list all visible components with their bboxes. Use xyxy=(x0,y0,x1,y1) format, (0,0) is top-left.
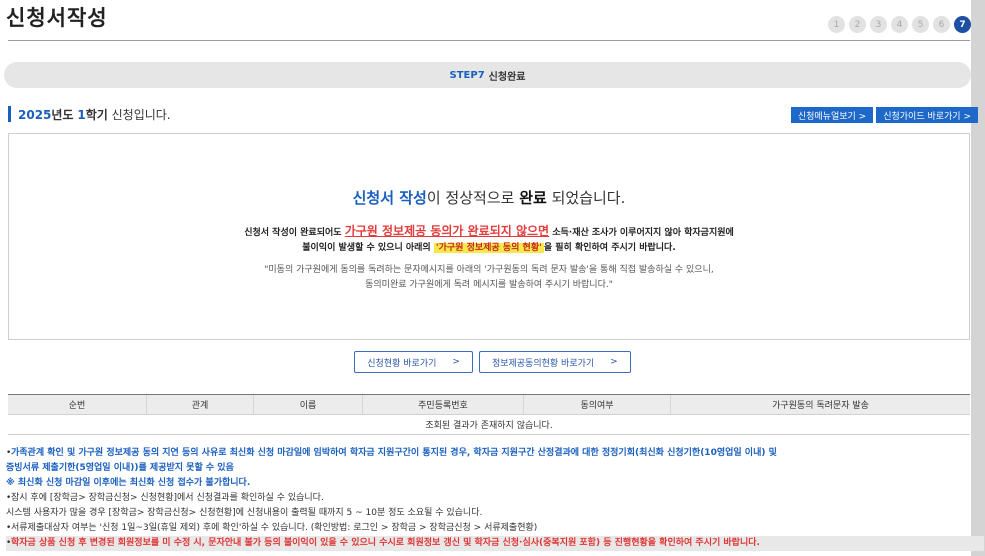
header: 신청서작성 1 2 3 4 5 6 7 xyxy=(0,0,985,42)
title-divider xyxy=(8,40,970,41)
sms-note-2: 동의미완료 가구원에게 독려 메시지를 발송하여 주시기 바랍니다." xyxy=(365,280,613,290)
warn2-post: 을 필히 확인하여 주시기 바랍니다. xyxy=(543,243,676,253)
step-4: 4 xyxy=(891,16,908,33)
notice-text: 잠시 후에 [장학금> 장학금신청> 신청현황]에서 신청결과를 확인하실 수 … xyxy=(11,493,324,503)
col-consent: 동의여부 xyxy=(524,395,671,414)
semester-year-suffix: 년도 xyxy=(51,108,74,122)
notice-text: 서류제출대상자 여부는 '신청 1일~3일(휴일 제외) 후에 확인'하실 수 … xyxy=(11,523,538,533)
page-title: 신청서작성 xyxy=(6,6,108,30)
notice-text: ※ 최신화 신청 마감일 이후에는 최신화 신청 접수가 불가합니다. xyxy=(6,478,251,488)
step-5: 5 xyxy=(912,16,929,33)
step-7-active: 7 xyxy=(954,16,971,33)
notice-text: 학자금 상품 신청 후 변경된 회원정보를 미 수정 시, 문자안내 불가 등의… xyxy=(11,538,760,548)
notice-list: •가족관계 확인 및 가구원 정보제공 동의 지연 등의 사유로 최신화 신청 … xyxy=(6,446,984,551)
completion-message: 신청서 작성이 정상적으로 완료 되었습니다. xyxy=(9,187,969,208)
navigation-buttons: 신청현황 바로가기 > 정보제공동의현황 바로가기 > xyxy=(0,351,985,373)
notice-item: •서류제출대상자 여부는 '신청 1일~3일(휴일 제외) 후에 확인'하실 수… xyxy=(6,521,984,536)
warn2-pre: 불이익이 발생할 수 있으니 아래의 xyxy=(302,243,431,253)
warn1-pre: 신청서 작성이 완료되어도 xyxy=(244,228,342,238)
step-indicator: 1 2 3 4 5 6 7 xyxy=(828,16,971,33)
completion-mid: 이 정상적으로 xyxy=(426,189,515,207)
status-button-label: 신청현황 바로가기 xyxy=(367,358,437,369)
table-empty-row: 조회된 결과가 존재하지 않습니다. xyxy=(8,415,970,435)
step-label: 신청완료 xyxy=(488,71,526,83)
semester-row: 2025년도 1학기 신청입니다. 신청메뉴얼보기 > 신청가이드 바로가기 > xyxy=(8,104,978,124)
notice-text: 시스템 사용자가 많을 경우 [장학금> 장학금신청> 신청현황]에 신청내용이… xyxy=(6,508,483,518)
consent-warning-2: 불이익이 발생할 수 있으니 아래의 '가구원 정보제공 동의 현황' 을 필히 … xyxy=(9,240,969,253)
table-header: 순번 관계 이름 주민등록번호 동의여부 가구원동의 독려문자 발송 xyxy=(8,395,970,415)
notice-item: •잠시 후에 [장학금> 장학금신청> 신청현황]에서 신청결과를 확인하실 수… xyxy=(6,491,984,506)
completion-panel: 신청서 작성이 정상적으로 완료 되었습니다. 신청서 작성이 완료되어도 가구… xyxy=(8,133,970,340)
notice-item: 증빙서류 제출기한(5영업일 이내))를 제공받지 못할 수 있음 xyxy=(6,461,984,476)
completion-blue: 신청서 작성 xyxy=(352,189,427,207)
semester-heading: 2025년도 1학기 신청입니다. xyxy=(18,106,171,123)
step-6: 6 xyxy=(933,16,950,33)
col-name: 이름 xyxy=(254,395,363,414)
warn1-post: 소득·재산 조사가 이루어지지 않아 학자금지원에 xyxy=(552,228,734,238)
semester-term: 1 xyxy=(77,108,86,122)
sms-note-1: "미동의 가구원에게 동의를 독려하는 문자메시지를 아래의 '가구원동의 독려… xyxy=(264,265,714,275)
notice-item: •가족관계 확인 및 가구원 정보제공 동의 지연 등의 사유로 최신화 신청 … xyxy=(6,446,984,461)
chevron-right-icon: > xyxy=(452,357,460,367)
application-status-button[interactable]: 신청현황 바로가기 > xyxy=(354,351,473,373)
warn1-red: 가구원 정보제공 동의가 완료되지 않으면 xyxy=(344,224,550,238)
completion-end: 되었습니다. xyxy=(551,189,626,207)
consent-button-label: 정보제공동의현황 바로가기 xyxy=(491,358,595,369)
chevron-right-icon: > xyxy=(610,357,618,367)
step-2: 2 xyxy=(849,16,866,33)
notice-item: 시스템 사용자가 많을 경우 [장학금> 장학금신청> 신청현황]에 신청내용이… xyxy=(6,506,984,521)
completion-bold: 완료 xyxy=(519,189,547,207)
col-seq: 순번 xyxy=(8,395,147,414)
notice-item: ※ 최신화 신청 마감일 이후에는 최신화 신청 접수가 불가합니다. xyxy=(6,476,984,491)
notice-item: •학자금 상품 신청 후 변경된 회원정보를 미 수정 시, 문자안내 불가 등… xyxy=(6,536,984,551)
step-number: STEP7 xyxy=(449,69,485,81)
manual-link-button[interactable]: 신청메뉴얼보기 > xyxy=(790,107,874,123)
step-1: 1 xyxy=(828,16,845,33)
col-rrn: 주민등록번호 xyxy=(363,395,524,414)
guide-link-button[interactable]: 신청가이드 바로가기 > xyxy=(876,107,978,123)
help-links: 신청메뉴얼보기 > 신청가이드 바로가기 > xyxy=(790,107,978,123)
step-banner: STEP7 신청완료 xyxy=(4,62,971,88)
household-consent-table: 순번 관계 이름 주민등록번호 동의여부 가구원동의 독려문자 발송 조회된 결… xyxy=(8,394,970,435)
semester-accent-bar xyxy=(8,106,11,122)
notice-text: 증빙서류 제출기한(5영업일 이내))를 제공받지 못할 수 있음 xyxy=(6,463,234,473)
semester-year: 2025 xyxy=(18,108,52,122)
step-3: 3 xyxy=(870,16,887,33)
warn2-highlight: '가구원 정보제공 동의 현황' xyxy=(433,243,544,253)
col-sms: 가구원동의 독려문자 발송 xyxy=(772,401,869,411)
semester-rest: 신청입니다. xyxy=(111,108,171,122)
consent-warning-1: 신청서 작성이 완료되어도 가구원 정보제공 동의가 완료되지 않으면 소득·재… xyxy=(9,222,969,239)
semester-term-suffix: 학기 xyxy=(85,108,108,122)
notice-text: 가족관계 확인 및 가구원 정보제공 동의 지연 등의 사유로 최신화 신청 마… xyxy=(11,448,777,458)
consent-status-button[interactable]: 정보제공동의현황 바로가기 > xyxy=(478,351,631,373)
col-relation: 관계 xyxy=(147,395,254,414)
